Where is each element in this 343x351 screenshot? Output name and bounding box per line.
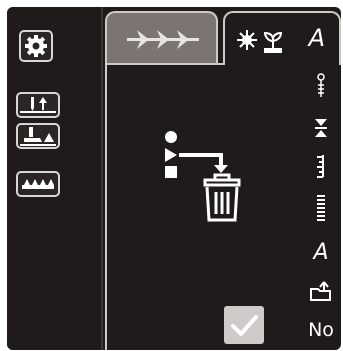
delete-pattern-illustration bbox=[153, 125, 253, 235]
open-folder-icon bbox=[301, 279, 341, 303]
feed-dogs-icon bbox=[22, 179, 54, 189]
right-icon-column: A No bbox=[301, 65, 341, 350]
tab-embroidery-mode[interactable]: A bbox=[223, 11, 341, 65]
sewing-machine-screen: A A No bbox=[7, 7, 341, 350]
presser-foot-icon bbox=[20, 127, 56, 146]
tab-bar: A bbox=[105, 11, 341, 65]
needle-up-icon bbox=[20, 97, 56, 113]
tab-stitch-mode[interactable] bbox=[105, 11, 218, 65]
checkmark-icon bbox=[231, 315, 258, 336]
stitch-arrows-icon bbox=[127, 30, 199, 49]
no-label: No bbox=[308, 319, 334, 341]
tab-letter-label: A bbox=[308, 24, 325, 52]
gear-icon bbox=[25, 35, 47, 57]
delete-trash-icon bbox=[165, 131, 241, 222]
thread-tension-icon bbox=[301, 73, 341, 99]
feed-dogs-button[interactable] bbox=[16, 171, 60, 197]
letter-font-icon: A bbox=[301, 240, 341, 265]
ok-button[interactable] bbox=[224, 306, 264, 344]
embroidery-letter-icon bbox=[237, 30, 283, 53]
needle-up-down-button[interactable] bbox=[16, 92, 60, 118]
sidebar-divider bbox=[101, 7, 103, 350]
stitch-density-icon bbox=[301, 193, 341, 223]
stitch-width-icon bbox=[301, 117, 341, 139]
settings-button[interactable] bbox=[19, 30, 53, 62]
content-area: A No bbox=[107, 65, 341, 350]
letter-a-label: A bbox=[313, 240, 329, 265]
left-sidebar bbox=[7, 7, 102, 350]
presser-foot-button[interactable] bbox=[16, 123, 60, 149]
stitch-length-icon bbox=[301, 153, 341, 179]
no-option[interactable]: No bbox=[301, 319, 341, 341]
